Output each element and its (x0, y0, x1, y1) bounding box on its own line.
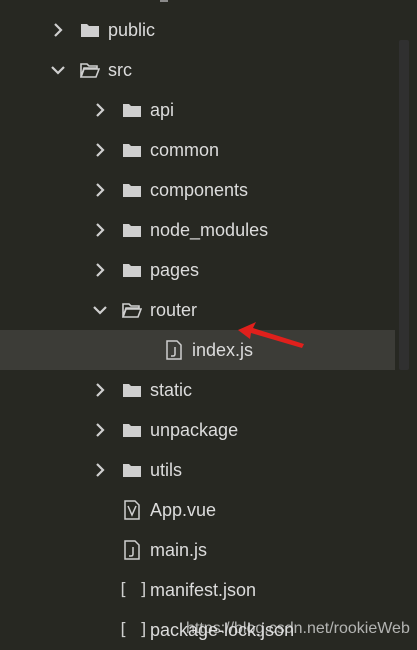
scrollbar-thumb[interactable] (399, 40, 409, 370)
tree-row-static[interactable]: static (0, 370, 395, 410)
tree-row-src[interactable]: src (0, 50, 395, 90)
tree-row-main-js[interactable]: main.js (0, 530, 395, 570)
tree-row-components[interactable]: components (0, 170, 395, 210)
tree-row-public[interactable]: public (0, 10, 395, 50)
folder-icon (123, 424, 141, 437)
tree-row-router[interactable]: router (0, 290, 395, 330)
vue-file-icon (124, 500, 140, 520)
chevron-right-icon[interactable] (92, 422, 108, 438)
folder-icon (81, 24, 99, 37)
folder-icon (123, 184, 141, 197)
tree-item-label: api (150, 100, 175, 120)
js-file-icon (166, 340, 182, 360)
scrollbar-track[interactable] (395, 0, 417, 648)
chevron-right-icon[interactable] (92, 222, 108, 238)
chevron-right-icon[interactable] (92, 382, 108, 398)
tree-row-unpackage[interactable]: unpackage (0, 410, 395, 450)
previous-item-fragment (160, 0, 168, 2)
chevron-right-icon[interactable] (92, 262, 108, 278)
tree-row-api[interactable]: api (0, 90, 395, 130)
chevron-right-icon[interactable] (92, 182, 108, 198)
tree-row-utils[interactable]: utils (0, 450, 395, 490)
folder-icon (123, 384, 141, 397)
tree-row-node-modules[interactable]: node_modules (0, 210, 395, 250)
tree-item-label: src (108, 60, 132, 80)
watermark: https://blog.csdn.net/rookieWeb (186, 620, 410, 637)
json-file-icon: [ ] (118, 580, 149, 600)
tree-item-label: router (150, 300, 198, 320)
folder-icon (123, 464, 141, 477)
tree-item-label: public (108, 20, 156, 40)
folder-open-icon (80, 63, 100, 78)
folder-icon (123, 104, 141, 117)
tree-row-pages[interactable]: pages (0, 250, 395, 290)
tree-row-index-js[interactable]: index.js (0, 330, 395, 370)
json-file-icon: [ ] (118, 620, 149, 640)
tree-item-label: common (150, 140, 220, 160)
folder-icon (123, 224, 141, 237)
js-file-icon (124, 540, 140, 560)
file-explorer-tree: public src api common components node_modules… (0, 0, 417, 648)
chevron-down-icon[interactable] (50, 62, 66, 78)
tree-item-label: App.vue (150, 500, 217, 520)
tree-item-label: manifest.json (150, 580, 257, 600)
tree-item-label: components (150, 180, 249, 200)
folder-icon (123, 144, 141, 157)
folder-icon (123, 264, 141, 277)
tree-row-app-vue[interactable]: App.vue (0, 490, 395, 530)
chevron-right-icon[interactable] (92, 462, 108, 478)
tree-item-label: pages (150, 260, 200, 280)
tree-item-label: node_modules (150, 220, 269, 240)
tree-row-manifest-json[interactable]: [ ] manifest.json (0, 570, 395, 610)
chevron-right-icon[interactable] (50, 22, 66, 38)
tree-item-label: main.js (150, 540, 208, 560)
tree-item-label: unpackage (150, 420, 239, 440)
tree-item-label: utils (150, 460, 183, 480)
tree-item-label: static (150, 380, 193, 400)
tree-row-common[interactable]: common (0, 130, 395, 170)
folder-open-icon (122, 303, 142, 318)
chevron-right-icon[interactable] (92, 102, 108, 118)
chevron-right-icon[interactable] (92, 142, 108, 158)
chevron-down-icon[interactable] (92, 302, 108, 318)
red-arrow-icon (238, 322, 304, 348)
